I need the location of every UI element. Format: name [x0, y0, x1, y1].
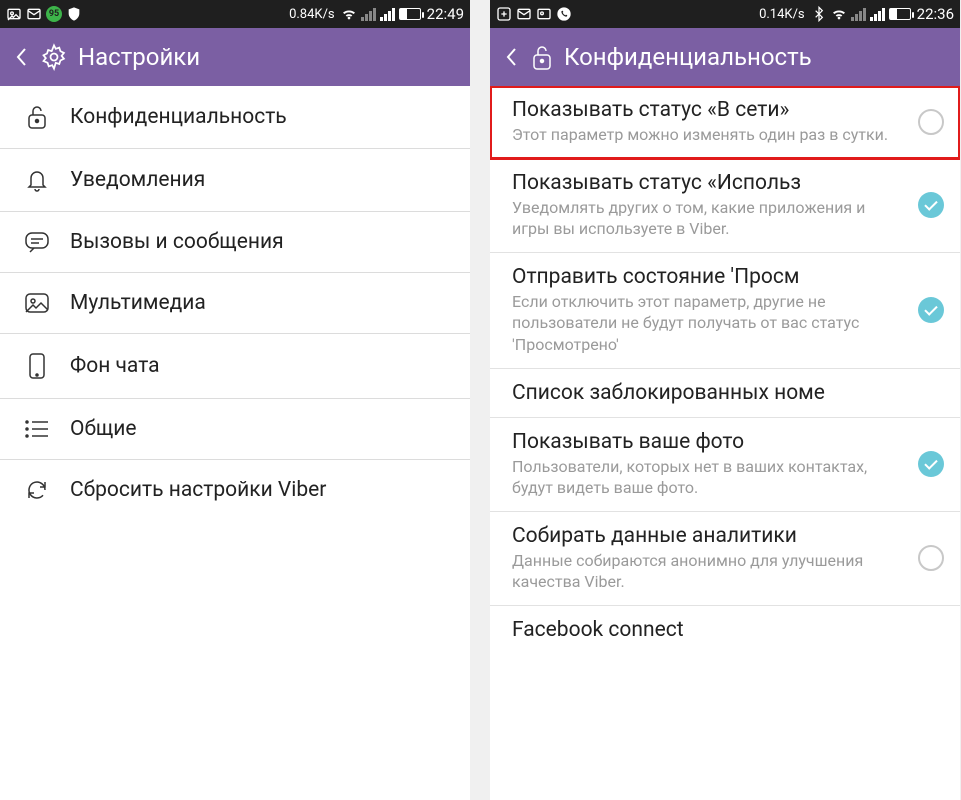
status-left-icons: [496, 6, 572, 22]
lock-icon: [530, 43, 554, 71]
list-icon: [24, 419, 50, 439]
chat-icon: [24, 230, 50, 254]
phone-shape-icon: [27, 352, 47, 380]
item-subtitle: Данные собираются анонимно для улучшения…: [512, 550, 906, 593]
battery-icon: [889, 8, 911, 20]
status-right-icons: 0.84K/s 22:49: [289, 5, 464, 23]
signal-icon: [851, 7, 866, 21]
item-title: Показывать статус «В сети»: [512, 98, 906, 122]
net-speed: 0.14K/s: [759, 7, 805, 22]
item-title: Показывать ваше фото: [512, 430, 906, 454]
item-subtitle: Пользователи, которых нет в ваших контак…: [512, 456, 906, 499]
bluetooth-icon: [811, 6, 827, 22]
media-icon: [24, 292, 50, 314]
privacy-show-photo[interactable]: Показывать ваше фото Пользователи, котор…: [490, 418, 960, 512]
clock: 22:36: [917, 5, 954, 23]
page-title: Конфиденциальность: [564, 43, 812, 71]
privacy-using-status[interactable]: Показывать статус «Использ Уведомлять др…: [490, 159, 960, 253]
bell-icon: [25, 167, 49, 193]
checkbox[interactable]: [918, 192, 944, 218]
status-bar-left: 95 0.84K/s 22:49: [0, 0, 470, 28]
settings-list: Конфиденциальность Уведомления Вызовы и …: [0, 86, 470, 800]
item-subtitle: Этот параметр можно изменять один раз в …: [512, 124, 906, 146]
settings-general[interactable]: Общие: [0, 399, 470, 460]
item-title: Собирать данные аналитики: [512, 524, 906, 548]
settings-privacy[interactable]: Конфиденциальность: [0, 86, 470, 149]
settings-item-label: Конфиденциальность: [70, 105, 287, 129]
viber-icon: [556, 6, 572, 22]
plus-icon: [496, 6, 512, 22]
settings-calls-messages[interactable]: Вызовы и сообщения: [0, 212, 470, 273]
back-button[interactable]: [12, 43, 30, 71]
item-title: Показывать статус «Использ: [512, 171, 906, 195]
privacy-facebook-connect[interactable]: Facebook connect: [490, 606, 960, 654]
settings-reset[interactable]: Сбросить настройки Viber: [0, 460, 470, 520]
phone-settings: 95 0.84K/s 22:49 Настройки Конфиденциаль…: [0, 0, 470, 800]
wifi-icon: [341, 6, 357, 22]
checkbox[interactable]: [918, 545, 944, 571]
app-bar-privacy: Конфиденциальность: [490, 28, 960, 86]
image-icon: [6, 6, 22, 22]
lock-icon: [25, 104, 49, 130]
signal-icon-2: [380, 7, 395, 21]
item-title: Facebook connect: [512, 618, 944, 642]
settings-item-label: Фон чата: [70, 354, 160, 378]
clock: 22:49: [427, 5, 464, 23]
privacy-block-list[interactable]: Список заблокированных номе: [490, 369, 960, 418]
checkbox[interactable]: [918, 297, 944, 323]
refresh-icon: [25, 478, 49, 502]
gear-icon: [40, 43, 68, 71]
item-title: Список заблокированных номе: [512, 381, 944, 405]
settings-notifications[interactable]: Уведомления: [0, 149, 470, 212]
privacy-seen-status[interactable]: Отправить состояние 'Просм Если отключит…: [490, 253, 960, 369]
page-title: Настройки: [78, 43, 200, 71]
privacy-analytics[interactable]: Собирать данные аналитики Данные собираю…: [490, 512, 960, 606]
shield-icon: [66, 6, 82, 22]
image-icon: [536, 6, 552, 22]
settings-item-label: Уведомления: [70, 168, 205, 192]
item-title: Отправить состояние 'Просм: [512, 265, 906, 289]
settings-item-label: Вызовы и сообщения: [70, 230, 284, 254]
back-button[interactable]: [502, 43, 520, 71]
settings-media[interactable]: Мультимедиа: [0, 273, 470, 334]
item-subtitle: Если отключить этот параметр, другие не …: [512, 291, 906, 356]
signal-icon-2: [870, 7, 885, 21]
status-bar-right: 0.14K/s 22:36: [490, 0, 960, 28]
app-bar-settings: Настройки: [0, 28, 470, 86]
battery-icon: [399, 8, 421, 20]
settings-item-label: Общие: [70, 417, 137, 441]
signal-icon: [361, 7, 376, 21]
settings-item-label: Мультимедиа: [70, 291, 206, 315]
settings-item-label: Сбросить настройки Viber: [70, 478, 326, 502]
phone-privacy: 0.14K/s 22:36 Конфиденциальность Показыв…: [490, 0, 960, 800]
status-right-icons: 0.14K/s 22:36: [759, 5, 954, 23]
item-subtitle: Уведомлять других о том, какие приложени…: [512, 197, 906, 240]
badge-icon: 95: [46, 6, 62, 22]
checkbox[interactable]: [918, 109, 944, 135]
checkbox[interactable]: [918, 451, 944, 477]
settings-chat-bg[interactable]: Фон чата: [0, 334, 470, 399]
mail-icon: [26, 6, 42, 22]
status-left-icons: 95: [6, 6, 82, 22]
wifi-icon: [831, 6, 847, 22]
privacy-list: Показывать статус «В сети» Этот параметр…: [490, 86, 960, 800]
mail-icon: [516, 6, 532, 22]
privacy-online-status[interactable]: Показывать статус «В сети» Этот параметр…: [490, 86, 960, 159]
net-speed: 0.84K/s: [289, 7, 335, 22]
